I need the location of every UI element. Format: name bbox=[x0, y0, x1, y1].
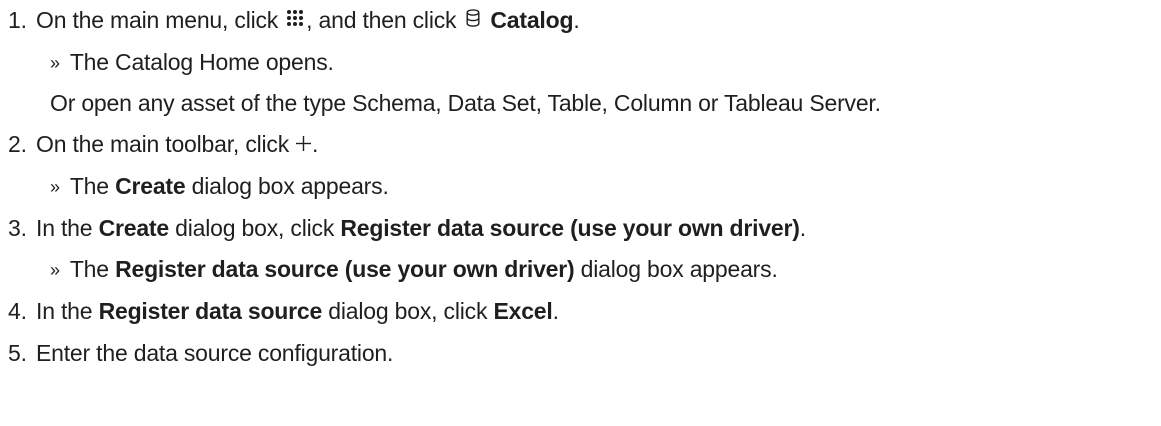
step-text-part: dialog box, click bbox=[328, 298, 488, 324]
step-number: 2. bbox=[8, 131, 27, 157]
result-text-part: The bbox=[69, 173, 109, 199]
result-text: » The Create dialog box appears. bbox=[50, 171, 389, 203]
step-text-part: , and then click bbox=[306, 7, 457, 33]
register-dialog-label: Register data source (use your own drive… bbox=[115, 256, 575, 282]
step-number: 3. bbox=[8, 215, 27, 241]
result-text-part: dialog box appears. bbox=[191, 173, 389, 199]
step-text-part: On the main menu, click bbox=[36, 7, 279, 33]
create-dialog-label: Create bbox=[98, 215, 170, 241]
step-text: In the Create dialog box, click Register… bbox=[36, 213, 806, 243]
step-number: 1. bbox=[8, 7, 27, 33]
plus-icon bbox=[295, 129, 312, 159]
catalog-menu-item: Catalog bbox=[490, 7, 574, 33]
step-text-part: dialog box, click bbox=[175, 215, 335, 241]
register-data-source-option: Register data source (use your own drive… bbox=[340, 215, 800, 241]
step-number: 5. bbox=[8, 340, 27, 366]
step-text-part: . bbox=[799, 215, 806, 241]
step-text: In the Register data source dialog box, … bbox=[36, 296, 559, 326]
step-number: 4. bbox=[8, 298, 27, 324]
result-text-part: The Catalog Home opens. bbox=[69, 49, 334, 75]
step-text-part: In the bbox=[36, 298, 93, 324]
create-dialog-label: Create bbox=[115, 173, 186, 199]
grid-menu-icon bbox=[286, 4, 304, 34]
result-marker: » bbox=[50, 260, 60, 280]
register-dialog-label: Register data source bbox=[98, 298, 323, 324]
alternative-text: Or open any asset of the type Schema, Da… bbox=[50, 90, 881, 116]
result-text: » The Register data source (use your own … bbox=[50, 254, 778, 286]
database-icon bbox=[466, 4, 480, 34]
step-text: Enter the data source configuration. bbox=[36, 340, 394, 366]
result-text-part: dialog box appears. bbox=[580, 256, 778, 282]
result-marker: » bbox=[50, 53, 60, 73]
step-text-part: . bbox=[312, 131, 319, 157]
result-text-part: The bbox=[69, 256, 109, 282]
step-text: On the main toolbar, click. bbox=[36, 129, 318, 161]
step-text: On the main menu, click , and then click C… bbox=[36, 5, 580, 37]
excel-option: Excel bbox=[493, 298, 553, 324]
result-marker: » bbox=[50, 177, 60, 197]
step-text-part: In the bbox=[36, 215, 93, 241]
step-text-part: . bbox=[552, 298, 559, 324]
step-text-part: . bbox=[573, 7, 580, 33]
step-text-part: On the main toolbar, click bbox=[36, 131, 290, 157]
result-text: » The Catalog Home opens. bbox=[50, 47, 334, 79]
